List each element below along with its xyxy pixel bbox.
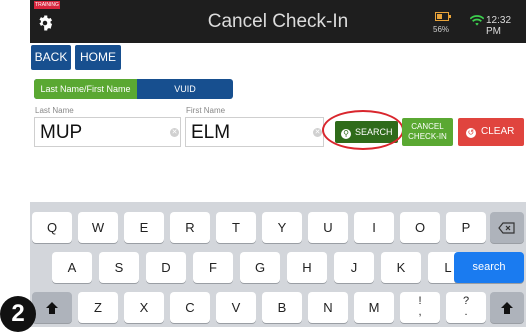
highlight-circle [322,110,404,150]
clear-button[interactable]: ↺ CLEAR [458,118,524,146]
key-bottom-char: . [464,306,468,318]
backspace-key[interactable] [490,212,524,243]
key-e[interactable]: E [124,212,164,243]
cancel-label-line1: CANCEL [411,122,444,131]
last-name-value: MUP [40,122,83,143]
key-z[interactable]: Z [78,292,118,323]
shift-key-right[interactable] [490,292,524,323]
key-q[interactable]: Q [32,212,72,243]
key-s[interactable]: S [99,252,139,283]
key-n[interactable]: N [308,292,348,323]
cancel-check-in-button[interactable]: CANCEL CHECK-IN [402,118,453,146]
shift-icon [46,302,58,314]
key-bottom-char: , [418,306,422,318]
key-t[interactable]: T [216,212,256,243]
battery-percent: 56% [433,25,450,34]
clear-field-icon[interactable]: ✕ [313,128,322,137]
first-name-value: ELM [191,122,231,143]
shift-key-left[interactable] [32,292,72,323]
on-screen-keyboard: Q W E R T Y U I O P A S D F G H J K L se… [30,202,526,327]
last-name-field[interactable]: MUP ✕ [34,117,181,147]
cancel-label-line2: CHECK-IN [408,132,447,141]
key-d[interactable]: D [146,252,186,283]
search-mode-toggle: Last Name/First Name VUID [34,79,233,99]
key-f[interactable]: F [193,252,233,283]
key-a[interactable]: A [52,252,92,283]
key-m[interactable]: M [354,292,394,323]
clear-icon: ↺ [466,128,476,138]
key-j[interactable]: J [334,252,374,283]
key-p[interactable]: P [446,212,486,243]
app-window: TRAINING Cancel Check-In 56% 12:32 PM BA… [30,0,526,327]
battery-icon [435,12,449,21]
key-b[interactable]: B [262,292,302,323]
key-g[interactable]: G [240,252,280,283]
clock: 12:32 PM [486,15,512,37]
page-title: Cancel Check-In [207,11,349,32]
last-name-label: Last Name [35,106,74,115]
battery-cap [449,15,451,18]
key-question-period[interactable]: ? . [446,292,486,323]
key-y[interactable]: Y [262,212,302,243]
key-x[interactable]: X [124,292,164,323]
key-o[interactable]: O [400,212,440,243]
back-button[interactable]: BACK [31,45,71,70]
first-name-field[interactable]: ELM ✕ [185,117,324,147]
clear-field-icon[interactable]: ✕ [170,128,179,137]
key-v[interactable]: V [216,292,256,323]
wifi-icon [470,15,484,26]
top-bar: TRAINING Cancel Check-In 56% 12:32 PM [30,0,526,43]
home-button[interactable]: HOME [75,45,121,70]
clear-button-label: CLEAR [481,126,515,137]
tab-last-first-name[interactable]: Last Name/First Name [34,79,137,99]
search-key[interactable]: search [454,252,524,283]
backspace-icon [498,222,515,234]
key-c[interactable]: C [170,292,210,323]
key-r[interactable]: R [170,212,210,243]
first-name-label: First Name [186,106,226,115]
key-h[interactable]: H [287,252,327,283]
key-u[interactable]: U [308,212,348,243]
key-k[interactable]: K [381,252,421,283]
shift-icon [501,302,513,314]
tab-vuid[interactable]: VUID [137,79,233,99]
key-i[interactable]: I [354,212,394,243]
key-exclaim-comma[interactable]: ! , [400,292,440,323]
key-w[interactable]: W [78,212,118,243]
